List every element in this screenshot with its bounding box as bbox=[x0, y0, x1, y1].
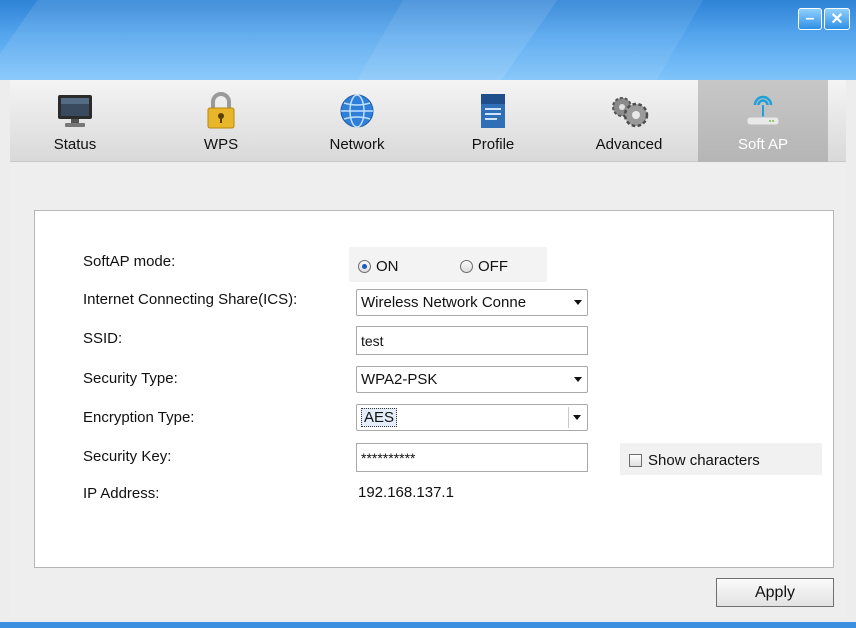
radio-unselected-icon bbox=[460, 260, 473, 273]
radio-selected-icon bbox=[358, 260, 371, 273]
document-icon bbox=[473, 92, 513, 130]
chevron-down-icon bbox=[574, 377, 582, 382]
monitor-icon bbox=[55, 92, 95, 130]
security-type-selected-value: WPA2-PSK bbox=[361, 371, 438, 388]
security-key-label: Security Key: bbox=[83, 448, 172, 465]
security-key-value: ********** bbox=[361, 449, 416, 466]
lock-icon bbox=[201, 92, 241, 130]
tab-advanced-label: Advanced bbox=[595, 136, 663, 153]
ics-label: Internet Connecting Share(ICS): bbox=[83, 291, 298, 308]
apply-button[interactable]: Apply bbox=[716, 578, 834, 607]
tab-soft-ap[interactable]: Soft AP bbox=[698, 80, 828, 162]
gears-icon bbox=[609, 92, 649, 130]
ssid-label: SSID: bbox=[83, 330, 123, 347]
select-divider bbox=[568, 407, 569, 428]
app-window: – ✕ Status WPS Network Profile Advanced … bbox=[0, 0, 856, 628]
tab-wps[interactable]: WPS bbox=[156, 80, 286, 162]
security-key-input[interactable]: ********** bbox=[356, 443, 588, 472]
minimize-button[interactable]: – bbox=[798, 8, 822, 30]
window-bottom-border bbox=[0, 622, 856, 628]
chevron-down-icon bbox=[574, 300, 582, 305]
tab-status[interactable]: Status bbox=[10, 80, 140, 162]
tab-wps-label: WPS bbox=[203, 136, 239, 153]
encryption-type-select[interactable]: AES bbox=[356, 404, 588, 431]
tab-bar: Status WPS Network Profile Advanced Soft… bbox=[10, 80, 846, 162]
wireless-router-icon bbox=[743, 92, 783, 130]
softap-off-radio[interactable]: OFF bbox=[460, 258, 508, 275]
tab-advanced[interactable]: Advanced bbox=[564, 80, 694, 162]
checkbox-unchecked-icon bbox=[629, 454, 642, 467]
encryption-type-selected-value: AES bbox=[361, 408, 398, 427]
tab-network[interactable]: Network bbox=[292, 80, 422, 162]
tab-profile-label: Profile bbox=[471, 136, 515, 153]
tab-status-label: Status bbox=[53, 136, 97, 153]
ip-address-value: 192.168.137.1 bbox=[358, 484, 454, 501]
globe-icon bbox=[337, 92, 377, 130]
show-characters-label: Show characters bbox=[648, 452, 760, 469]
ssid-value: test bbox=[361, 332, 384, 349]
security-type-label: Security Type: bbox=[83, 370, 178, 387]
softap-mode-label: SoftAP mode: bbox=[83, 253, 176, 270]
softap-on-radio[interactable]: ON bbox=[358, 258, 399, 275]
tab-network-label: Network bbox=[329, 136, 385, 153]
tab-soft-ap-label: Soft AP bbox=[737, 136, 789, 153]
ssid-input[interactable]: test bbox=[356, 326, 588, 355]
window-controls: – ✕ bbox=[798, 8, 850, 30]
ics-selected-value: Wireless Network Conne bbox=[361, 294, 527, 311]
tab-profile[interactable]: Profile bbox=[428, 80, 558, 162]
ip-address-label: IP Address: bbox=[83, 485, 160, 502]
title-bar: – ✕ bbox=[0, 0, 856, 80]
softap-off-label: OFF bbox=[478, 258, 508, 275]
close-button[interactable]: ✕ bbox=[824, 8, 850, 30]
encryption-type-label: Encryption Type: bbox=[83, 409, 195, 426]
show-characters-checkbox[interactable]: Show characters bbox=[629, 452, 760, 469]
security-type-select[interactable]: WPA2-PSK bbox=[356, 366, 588, 393]
softap-on-label: ON bbox=[376, 258, 399, 275]
chevron-down-icon bbox=[573, 415, 581, 420]
ics-select[interactable]: Wireless Network Conne bbox=[356, 289, 588, 316]
